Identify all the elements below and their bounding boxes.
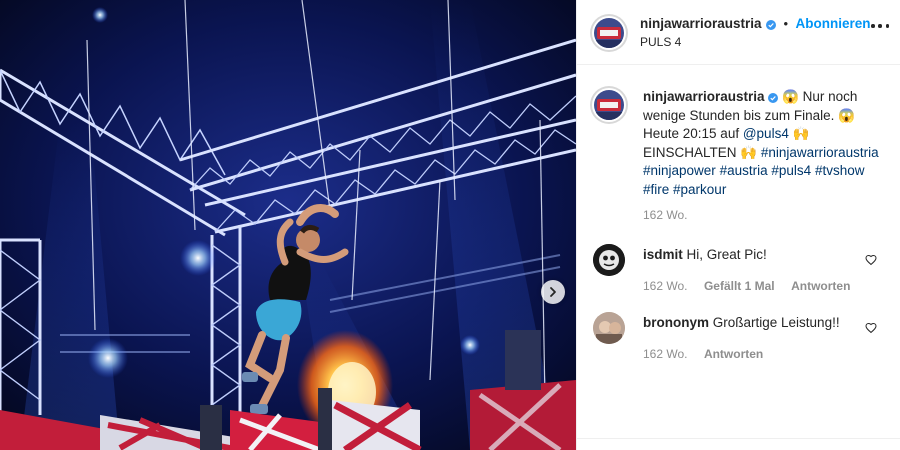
avatar-image	[593, 312, 625, 344]
post-location[interactable]: PULS 4	[640, 35, 681, 49]
emoji-hands: 🙌	[792, 126, 810, 141]
comment-likes[interactable]: Gefällt 1 Mal	[704, 279, 775, 293]
comment-meta: 162 Wo. Gefällt 1 Mal Antworten	[643, 277, 850, 295]
comment: brononym Großartige Leistung!!	[643, 314, 859, 332]
heart-icon[interactable]	[865, 322, 877, 334]
post-header: ninjawarrioraustria • Abonnieren PULS 4	[577, 0, 900, 65]
header-separator: •	[783, 16, 789, 31]
comment-text: Großartige Leistung!!	[712, 315, 840, 330]
comment-age[interactable]: 162 Wo.	[643, 347, 687, 361]
heart-icon[interactable]	[865, 254, 877, 266]
reply-button[interactable]: Antworten	[791, 279, 850, 293]
follow-button[interactable]: Abonnieren	[795, 16, 870, 31]
ninja-warrior-logo-image	[594, 18, 624, 48]
hashtag-link[interactable]: #fire	[643, 182, 669, 197]
chevron-right-icon	[550, 287, 556, 297]
emoji-scream: 😱	[838, 107, 855, 123]
instagram-post-view: ninjawarrioraustria • Abonnieren PULS 4	[0, 0, 900, 450]
comment: isdmit Hi, Great Pic!	[643, 246, 859, 264]
post-photo[interactable]	[0, 0, 576, 450]
hashtag-link[interactable]: #parkour	[673, 182, 726, 197]
actions-divider	[577, 438, 900, 439]
verified-badge-icon	[766, 20, 776, 30]
comment-username[interactable]: isdmit	[643, 247, 683, 262]
next-image-button[interactable]	[541, 280, 565, 304]
comment-meta: 162 Wo. Antworten	[643, 345, 763, 363]
commenter-avatar[interactable]	[593, 244, 625, 276]
hashtag-link[interactable]: #puls4	[771, 163, 811, 178]
emoji-hands: 🙌	[740, 144, 758, 160]
caption-call: EINSCHALTEN	[643, 144, 737, 160]
post-caption: ninjawarrioraustria 😱 Nur noch wenige St…	[643, 88, 887, 199]
verified-badge-icon	[768, 93, 779, 103]
avatar-image	[593, 244, 625, 276]
hashtag-link[interactable]: #ninjapower	[643, 163, 716, 178]
hashtag-link[interactable]: #ninjawarrioraustria	[761, 145, 879, 160]
caption-username[interactable]: ninjawarrioraustria	[643, 89, 765, 104]
ninja-warrior-stage-photo	[0, 0, 576, 450]
mention-link[interactable]: @puls4	[743, 126, 789, 141]
hashtag-link[interactable]: #austria	[720, 163, 768, 178]
hashtag-link[interactable]: #tvshow	[815, 163, 865, 178]
caption-age[interactable]: 162 Wo.	[643, 208, 687, 222]
emoji-scream: 😱	[782, 89, 799, 104]
author-username[interactable]: ninjawarrioraustria	[640, 16, 762, 31]
caption-time: Heute 20:15 auf	[643, 126, 740, 141]
reply-button[interactable]: Antworten	[704, 347, 763, 361]
comment-username[interactable]: brononym	[643, 315, 709, 330]
comment-age[interactable]: 162 Wo.	[643, 279, 687, 293]
more-options-icon[interactable]	[871, 24, 889, 30]
comment-text: Hi, Great Pic!	[686, 247, 767, 262]
author-avatar[interactable]	[590, 14, 628, 52]
post-side-panel: ninjawarrioraustria • Abonnieren PULS 4	[576, 0, 900, 450]
commenter-avatar[interactable]	[593, 312, 625, 344]
caption-author-avatar[interactable]	[590, 86, 628, 124]
ninja-warrior-logo-image	[594, 90, 624, 120]
